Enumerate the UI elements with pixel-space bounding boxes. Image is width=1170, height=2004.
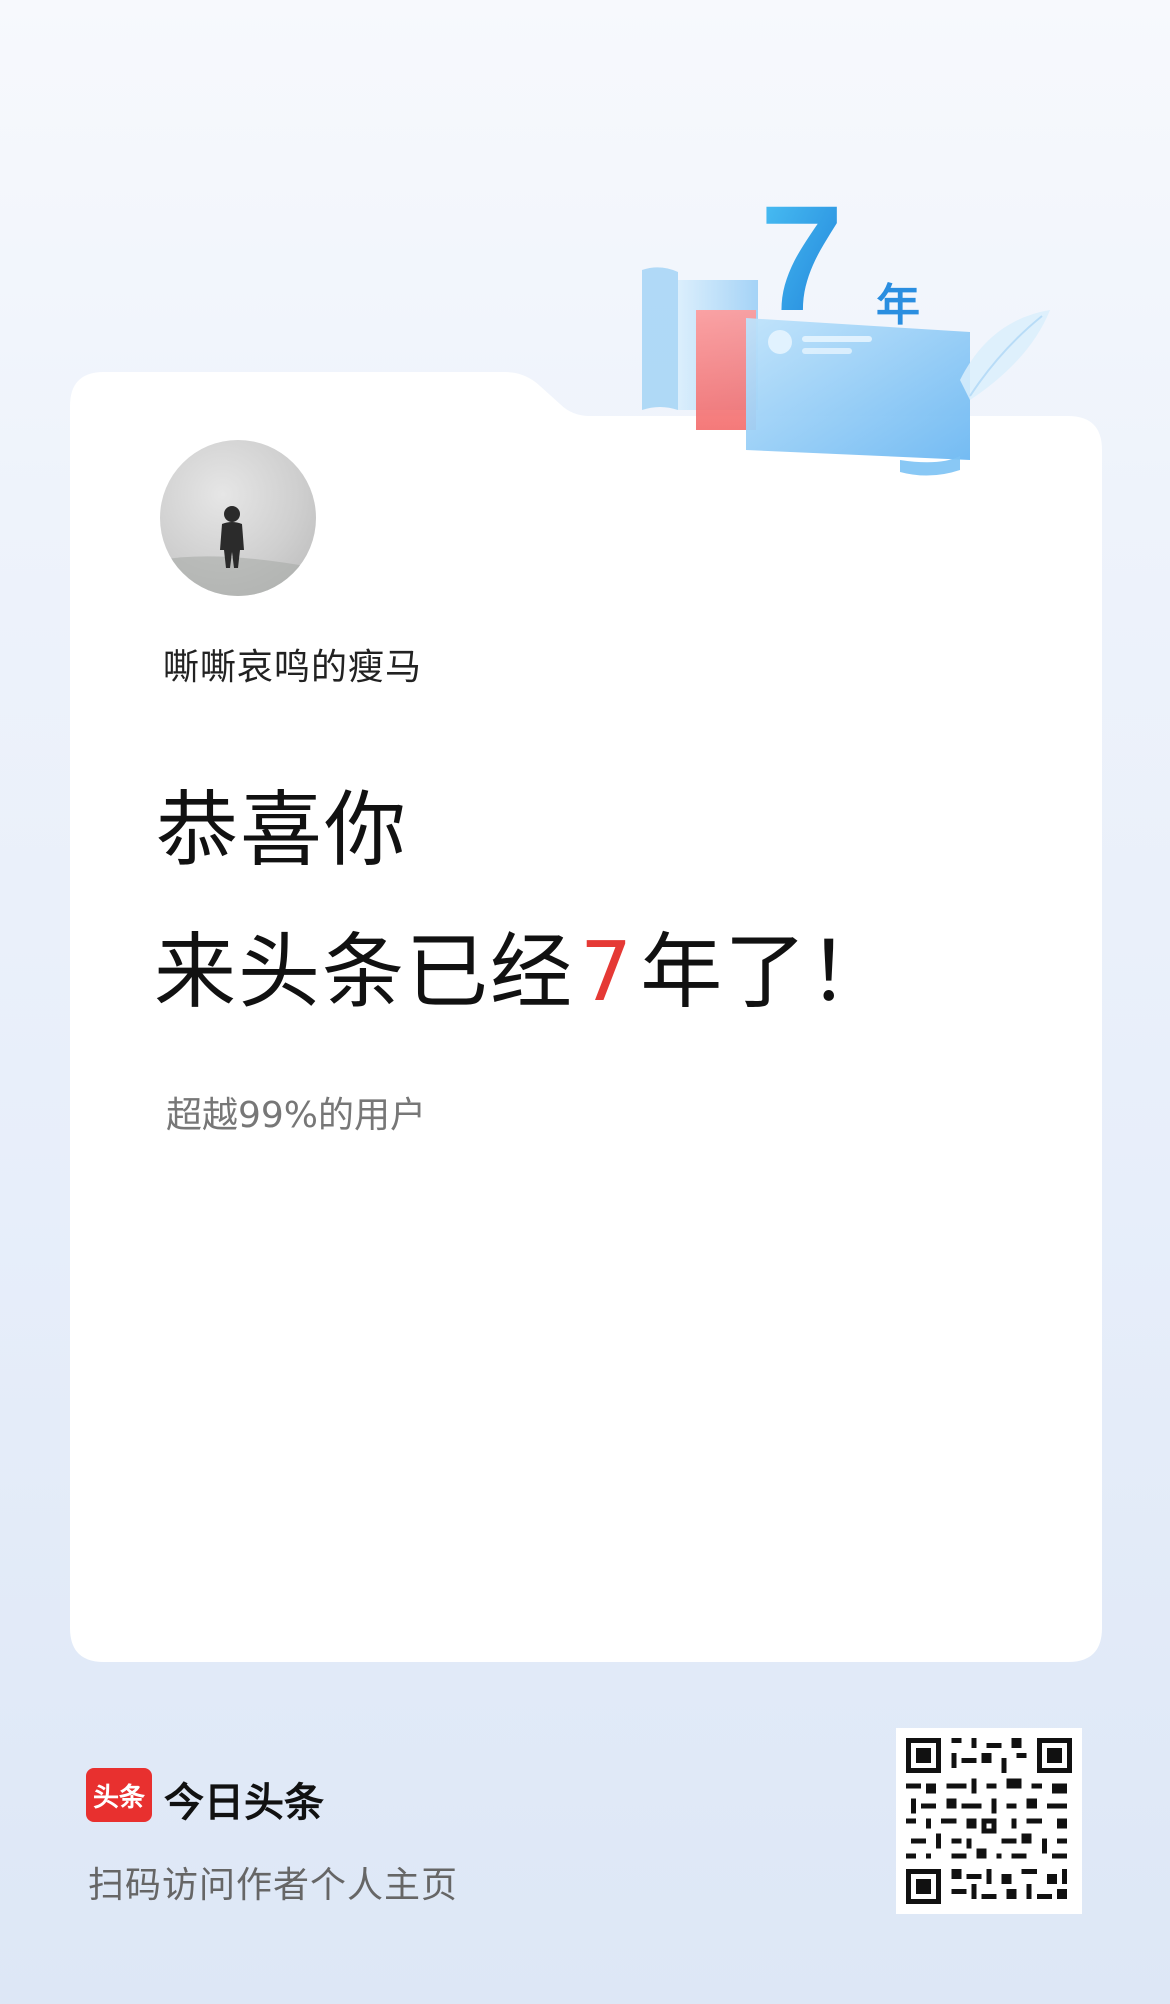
percentile-text: 超越99%的用户 xyxy=(166,1095,427,1136)
congrats-years-line: 来头条已经7年了！ xyxy=(154,932,892,1014)
toutiao-logo-icon: 头条 xyxy=(86,1768,152,1822)
badge-number: 7 xyxy=(760,174,843,342)
person-silhouette-icon xyxy=(160,506,316,596)
badge-unit: 年 xyxy=(876,280,920,331)
brand-name: 今日头条 xyxy=(164,1780,324,1826)
seven-year-badge-icon: 7 年 xyxy=(642,174,1050,476)
avatar[interactable] xyxy=(160,440,316,596)
congrats-heading: 恭喜你 xyxy=(156,783,409,878)
scan-hint: 扫码访问作者个人主页 xyxy=(88,1865,459,1906)
congrats-suffix: 年了！ xyxy=(640,925,893,1020)
qr-code-icon[interactable] xyxy=(896,1728,1082,1914)
congrats-prefix: 来头条已经 xyxy=(154,925,575,1020)
years-number: 7 xyxy=(580,925,635,1020)
username: 嘶嘶哀鸣的瘦马 xyxy=(163,647,423,688)
